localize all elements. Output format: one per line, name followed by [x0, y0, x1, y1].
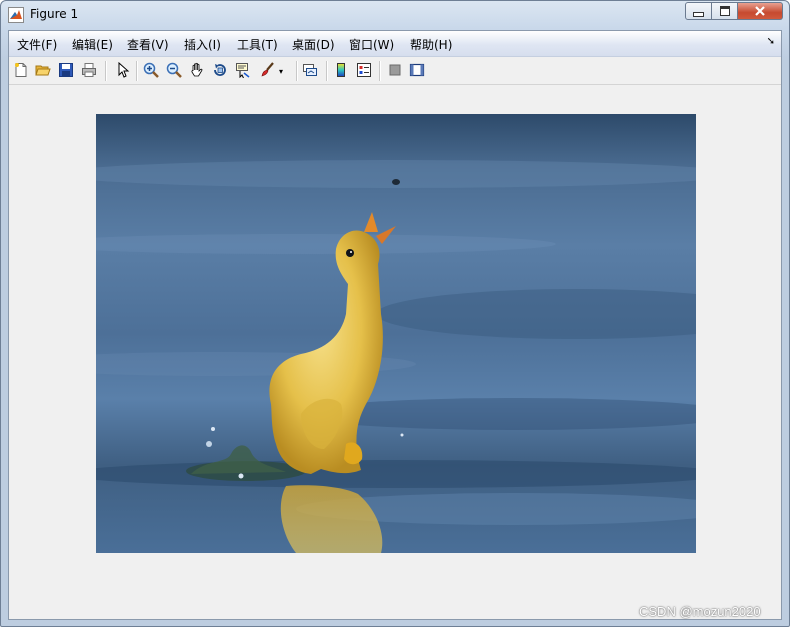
print-button[interactable]	[80, 61, 98, 79]
close-icon	[755, 6, 765, 16]
print-icon	[82, 63, 96, 77]
pan-hand-icon	[191, 62, 203, 77]
brush-icon	[261, 62, 274, 77]
toolbar-separator	[326, 61, 328, 81]
figure-client-area: 文件(F) 编辑(E) 查看(V) 插入(I) 工具(T) 桌面(D) 窗口(W…	[8, 30, 782, 620]
menu-view[interactable]: 查看(V)	[127, 36, 169, 53]
open-file-button[interactable]	[34, 61, 52, 79]
colorbar-icon	[337, 63, 345, 77]
minimize-button[interactable]	[685, 2, 712, 20]
rotate-3d-button[interactable]	[211, 61, 229, 79]
save-button[interactable]	[57, 61, 75, 79]
show-plot-tools-button[interactable]	[408, 61, 426, 79]
save-icon	[59, 63, 73, 77]
figure-toolbar: ▾	[9, 57, 781, 85]
brush-button[interactable]	[258, 61, 276, 79]
open-file-icon	[35, 65, 51, 76]
toolbar-separator	[379, 61, 381, 81]
insert-colorbar-button[interactable]	[332, 61, 350, 79]
title-bar[interactable]: Figure 1	[1, 1, 789, 30]
toolbar-separator	[296, 61, 298, 81]
menu-tools[interactable]: 工具(T)	[237, 36, 278, 53]
menu-edit[interactable]: 编辑(E)	[72, 36, 113, 53]
hide-plot-tools-icon	[389, 64, 401, 76]
hide-plot-tools-button[interactable]	[386, 61, 404, 79]
link-plot-icon	[303, 64, 317, 76]
rotate-3d-icon	[214, 64, 226, 76]
data-cursor-icon	[236, 63, 250, 78]
menu-overflow-icon[interactable]: ➘	[767, 36, 775, 47]
matlab-logo-icon	[8, 7, 24, 23]
minimize-icon	[693, 11, 704, 17]
zoom-out-icon	[166, 62, 182, 78]
image-axes[interactable]	[96, 114, 696, 553]
menu-bar: 文件(F) 编辑(E) 查看(V) 插入(I) 工具(T) 桌面(D) 窗口(W…	[9, 31, 781, 57]
legend-icon	[357, 63, 371, 77]
edit-plot-arrow-icon	[118, 62, 130, 78]
insert-legend-button[interactable]	[355, 61, 373, 79]
window-title: Figure 1	[30, 7, 79, 21]
menu-desktop[interactable]: 桌面(D)	[292, 36, 335, 53]
new-figure-button[interactable]	[12, 61, 30, 79]
duckling-photo-image	[96, 114, 696, 553]
new-figure-icon	[15, 63, 27, 77]
data-cursor-button[interactable]	[234, 61, 252, 79]
zoom-in-button[interactable]	[142, 61, 160, 79]
zoom-out-button[interactable]	[165, 61, 183, 79]
maximize-icon	[719, 6, 730, 16]
close-button[interactable]	[738, 2, 783, 20]
brush-dropdown-chevron-down-icon[interactable]: ▾	[279, 67, 283, 76]
show-plot-tools-icon	[409, 63, 425, 77]
pan-button[interactable]	[188, 61, 206, 79]
toolbar-separator	[105, 61, 107, 81]
link-plot-button[interactable]	[301, 61, 319, 79]
edit-plot-button[interactable]	[113, 61, 131, 79]
figure-canvas[interactable]	[9, 85, 781, 619]
menu-help[interactable]: 帮助(H)	[410, 36, 452, 53]
caption-buttons	[685, 2, 783, 20]
menu-window[interactable]: 窗口(W)	[349, 36, 394, 53]
menu-file[interactable]: 文件(F)	[17, 36, 57, 53]
toolbar-separator	[136, 61, 138, 81]
maximize-button[interactable]	[712, 2, 738, 20]
figure-window: Figure 1 文件(F) 编辑(E) 查看(V) 插入(I) 工具(T) 桌…	[0, 0, 790, 627]
menu-insert[interactable]: 插入(I)	[184, 36, 221, 53]
zoom-in-icon	[143, 62, 159, 78]
csdn-watermark: CSDN @mozun2020	[639, 604, 761, 619]
